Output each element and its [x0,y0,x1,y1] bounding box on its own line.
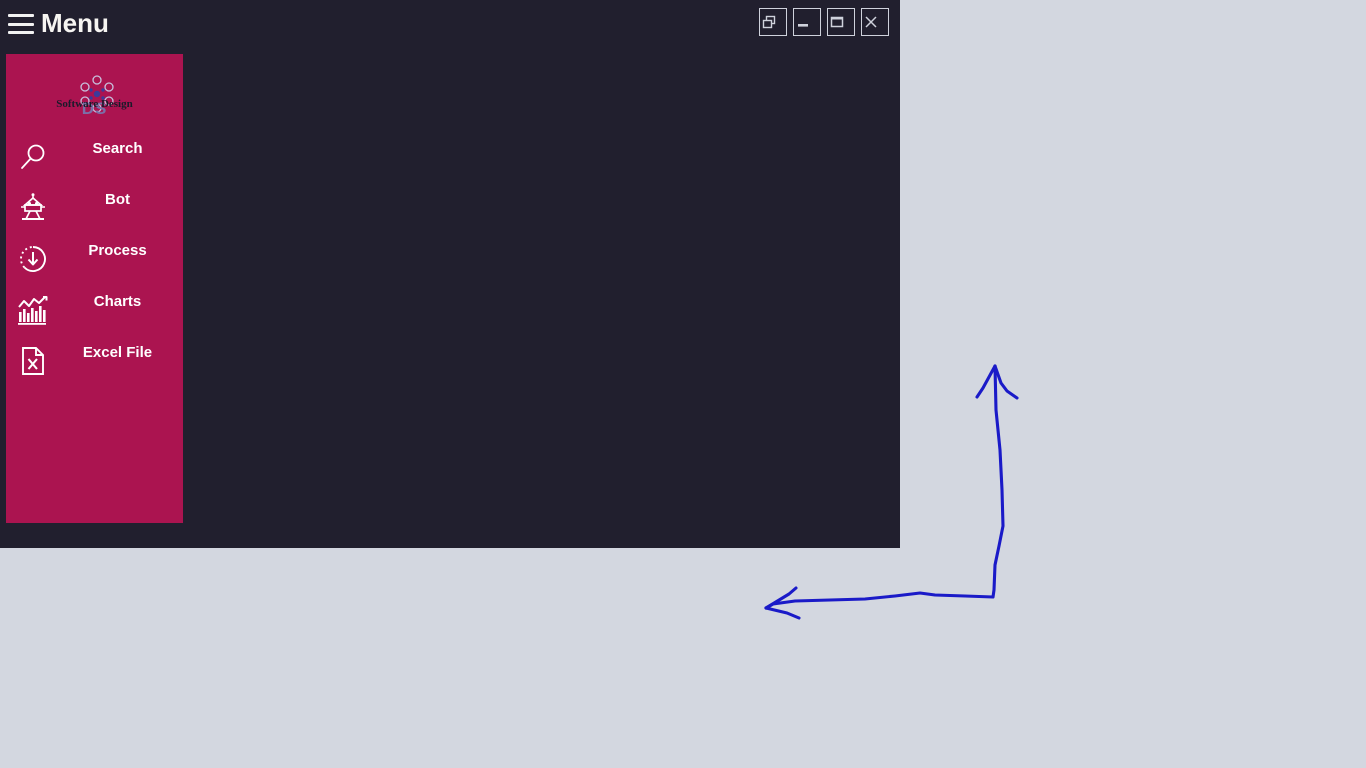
sidebar-logo[interactable]: DS Software Design [6,54,183,132]
robot-icon [14,189,52,227]
process-refresh-download-icon [14,240,52,278]
page-title: Menu [41,8,109,38]
screen: Menu DS Software Design Search Bot Proce… [0,0,1366,768]
minimize-window-button[interactable] [793,8,821,36]
restore-window-button[interactable] [759,8,787,36]
sidebar-item-process[interactable]: Process [6,234,183,285]
window-controls [759,8,889,36]
sidebar-item-charts[interactable]: Charts [6,285,183,336]
hamburger-bar [8,31,34,34]
search-icon [14,138,52,176]
application-window: Menu DS Software Design Search Bot Proce… [0,0,900,548]
restore-window-icon [762,15,776,29]
excel-file-icon [14,342,52,380]
maximize-window-icon [830,16,844,28]
maximize-window-button[interactable] [827,8,855,36]
sidebar-item-label: Process [88,242,147,259]
sidebar-item-search[interactable]: Search [6,132,183,183]
close-window-button[interactable] [861,8,889,36]
sidebar-item-bot[interactable]: Bot [6,183,183,234]
hamburger-bar [8,14,34,17]
sidebar-item-label: Search [92,140,143,157]
hamburger-menu-icon[interactable] [8,12,34,36]
logo-brand-name: Software Design [56,98,133,110]
sidebar-item-label: Bot [105,191,130,208]
sidebar: DS Software Design Search Bot Process Ch… [6,54,183,523]
sidebar-item-label: Charts [93,293,142,310]
bar-chart-trend-icon [14,291,52,329]
sidebar-item-label: Excel File [82,344,153,361]
minimize-window-icon [798,24,808,27]
close-window-icon [865,16,877,28]
hamburger-bar [8,22,34,26]
sidebar-item-excel-file[interactable]: Excel File [6,336,183,387]
window-titlebar: Menu [0,0,900,48]
